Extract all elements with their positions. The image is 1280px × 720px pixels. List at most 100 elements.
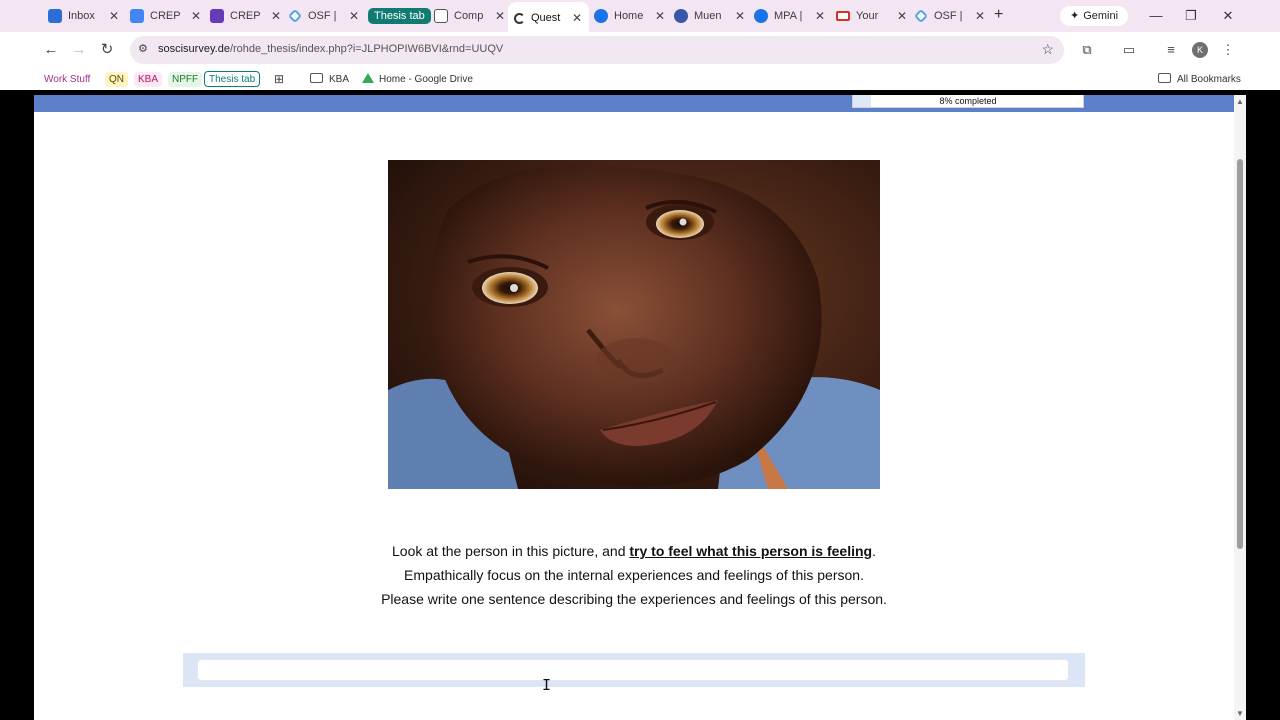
close-icon[interactable]: ✕ — [974, 9, 986, 23]
all-bookmarks[interactable]: All Bookmarks — [1154, 72, 1245, 87]
restore-icon[interactable]: ❐ — [1183, 8, 1199, 24]
bookmark-folder-label: KBA — [329, 74, 350, 85]
scroll-down-icon[interactable]: ▼ — [1235, 709, 1245, 718]
tab-label: Home — [614, 10, 644, 22]
bookmark-npff[interactable]: NPFF — [168, 72, 203, 87]
back-icon[interactable]: ← — [42, 41, 60, 59]
page-scrollbar[interactable]: ▲ ▼ — [1234, 95, 1246, 720]
browser-toolbar: ← → ↻ ⚙ soscisurvey.de/rohde_thesis/inde… — [0, 32, 1280, 68]
tab-label: CREP — [230, 10, 261, 22]
tab-group-thesis[interactable]: Thesis tab — [368, 8, 431, 24]
instruction-line-1-pre: Look at the person in this picture, and — [392, 543, 630, 559]
bookmark-google-drive[interactable]: Home - Google Drive — [358, 72, 477, 87]
scroll-thumb[interactable] — [1237, 159, 1243, 549]
close-icon[interactable]: ✕ — [814, 9, 826, 23]
gemini-label: Gemini — [1083, 10, 1119, 22]
extensions-icon[interactable]: ⧉ — [1079, 42, 1095, 58]
tab-label: Quest — [531, 12, 561, 24]
instruction-line-1-post: . — [872, 543, 876, 559]
tab-label: CREP — [150, 10, 181, 22]
tab-label: OSF | — [934, 10, 963, 22]
gemini-button[interactable]: ✦ Gemini — [1060, 6, 1129, 26]
instruction-line-3: Please write one sentence describing the… — [381, 591, 887, 607]
close-icon[interactable]: ✕ — [896, 9, 908, 23]
close-icon[interactable]: ✕ — [654, 9, 666, 23]
tab-crep-doc[interactable]: CREP ✕ — [130, 4, 202, 28]
tab-osf[interactable]: OSF | ✕ — [287, 4, 360, 28]
tab-osf-2[interactable]: OSF | ✕ — [913, 4, 986, 28]
tab-label: Muen — [694, 10, 722, 22]
mpa-icon — [754, 9, 768, 23]
task-instructions: Look at the person in this picture, and … — [34, 539, 1234, 611]
folder-icon — [310, 73, 323, 83]
portrait-photo — [388, 160, 880, 489]
all-bookmarks-label: All Bookmarks — [1177, 74, 1241, 85]
scroll-up-icon[interactable]: ▲ — [1235, 97, 1245, 106]
instruction-emphasis: try to feel what this person is feeling — [629, 543, 873, 559]
tab-questionnaire[interactable]: Quest ✕ — [508, 2, 589, 32]
address-bar[interactable]: ⚙ soscisurvey.de/rohde_thesis/index.php?… — [130, 36, 1064, 64]
media-controls-icon[interactable]: ≡ — [1163, 42, 1179, 58]
reload-icon[interactable]: ↻ — [98, 41, 116, 59]
tab-home[interactable]: Home ✕ — [594, 4, 666, 28]
portrait-photo-art — [388, 160, 880, 489]
forward-icon[interactable]: → — [70, 41, 88, 59]
gemini-sparkle-icon: ✦ — [1070, 10, 1080, 22]
instruction-line-1: Look at the person in this picture, and … — [34, 539, 1234, 563]
outlook-icon — [48, 9, 62, 23]
bookmark-qn[interactable]: QN — [105, 72, 128, 87]
tab-label: Your — [856, 10, 879, 22]
tab-label: Comp — [454, 10, 484, 22]
bookmark-kba[interactable]: KBA — [134, 72, 163, 87]
bookmarks-bar: Work Stuff QN KBA NPFF Thesis tab ⊞ KBA … — [0, 68, 1280, 90]
tab-label: Inbox — [68, 10, 95, 22]
url-host: soscisurvey.de — [158, 43, 230, 55]
spreadsheet-icon — [434, 9, 448, 23]
new-tab-button[interactable]: + — [994, 7, 1008, 23]
osf-icon — [287, 8, 303, 24]
home-icon — [594, 9, 608, 23]
window-close-icon[interactable]: ✕ — [1220, 8, 1236, 24]
instruction-line-2: Empathically focus on the internal exper… — [404, 567, 864, 583]
bookmark-drive-label: Home - Google Drive — [379, 74, 473, 85]
bookmark-star-icon[interactable]: ☆ — [1041, 41, 1054, 58]
bookmark-thesis-tab[interactable]: Thesis tab — [204, 71, 261, 87]
docs-icon — [130, 9, 144, 23]
close-icon[interactable]: ✕ — [494, 9, 506, 23]
folder-icon — [1158, 73, 1171, 83]
soscisurvey-icon — [514, 12, 525, 24]
close-icon[interactable]: ✕ — [108, 9, 120, 23]
profile-avatar[interactable]: K — [1192, 42, 1208, 58]
url-path: /rohde_thesis/index.php?i=JLPHOPIW6BVI&r… — [229, 43, 504, 55]
url-text[interactable]: soscisurvey.de/rohde_thesis/index.php?i=… — [158, 43, 503, 55]
progress-text: 8% completed — [939, 96, 997, 106]
osf-icon — [913, 8, 929, 24]
close-icon[interactable]: ✕ — [571, 11, 583, 25]
close-icon[interactable]: ✕ — [190, 9, 202, 23]
menu-icon[interactable]: ⋮ — [1220, 42, 1236, 58]
answer-input[interactable] — [197, 659, 1069, 681]
tab-strip: Inbox ✕ CREP ✕ CREP ✕ OSF | ✕ Thesis tab… — [0, 0, 1280, 32]
bookmark-work-stuff[interactable]: Work Stuff — [40, 72, 94, 87]
minimize-icon[interactable]: — — [1148, 8, 1164, 23]
close-icon[interactable]: ✕ — [270, 9, 282, 23]
close-icon[interactable]: ✕ — [734, 9, 746, 23]
apps-grid-icon[interactable]: ⊞ — [270, 72, 288, 87]
site-info-icon[interactable]: ⚙ — [138, 42, 152, 56]
gmail-icon — [836, 11, 850, 21]
tab-label: MPA | — [774, 10, 803, 22]
mensa-icon — [674, 9, 688, 23]
tab-mpa[interactable]: MPA | ✕ — [754, 4, 826, 28]
forms-icon — [210, 9, 224, 23]
tab-gmail[interactable]: Your ✕ — [836, 4, 908, 28]
tab-label: OSF | — [308, 10, 337, 22]
close-icon[interactable]: ✕ — [348, 9, 360, 23]
tab-crep-form[interactable]: CREP ✕ — [210, 4, 282, 28]
bookmark-folder-kba[interactable]: KBA — [306, 72, 353, 87]
tab-inbox[interactable]: Inbox ✕ — [48, 4, 120, 28]
text-cursor-icon: I — [542, 676, 552, 694]
tab-muen[interactable]: Muen ✕ — [674, 4, 746, 28]
tab-comp[interactable]: Comp ✕ — [434, 4, 506, 28]
cast-icon[interactable]: ▭ — [1121, 42, 1137, 58]
survey-page: 8% completed Look at the person in this … — [34, 95, 1234, 720]
